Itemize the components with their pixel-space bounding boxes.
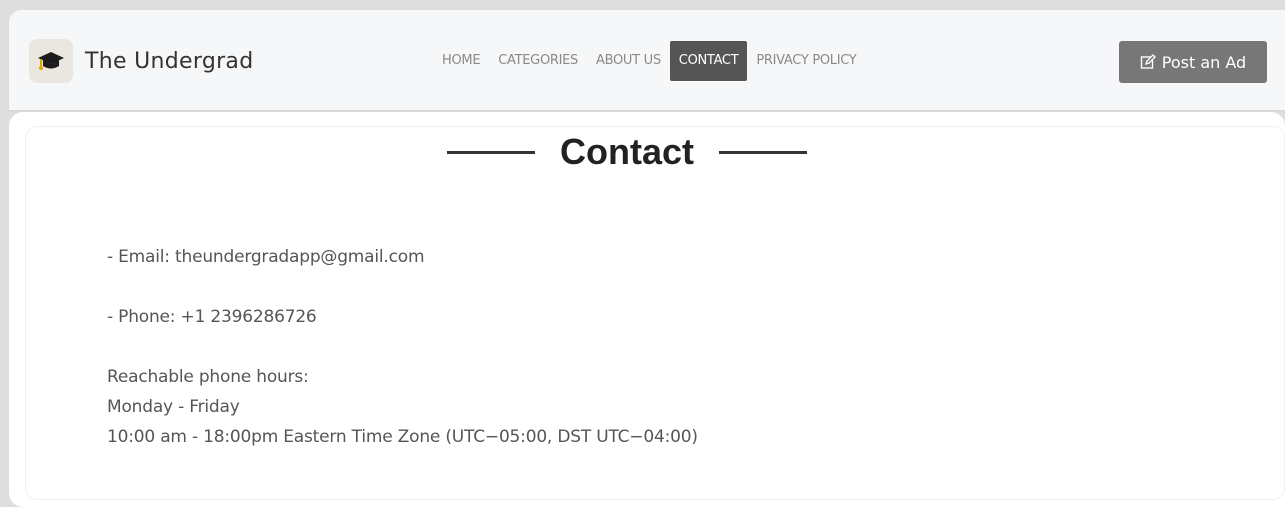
contact-details: - Email: theundergradapp@gmail.com - Pho… (107, 242, 698, 452)
nav-item-privacy-policy[interactable]: PRIVACY POLICY (747, 41, 865, 81)
contact-card: Contact - Email: theundergradapp@gmail.c… (9, 112, 1285, 507)
page-title: Contact (560, 131, 694, 172)
main-nav: HOME CATEGORIES ABOUT US CONTACT PRIVACY… (433, 41, 865, 81)
hours-title: Reachable phone hours: (107, 367, 309, 387)
brand-name: The Undergrad (85, 48, 254, 74)
heading-rule-left (447, 150, 535, 154)
nav-item-home[interactable]: HOME (433, 41, 489, 81)
graduation-cap-icon (29, 39, 73, 83)
nav-item-about-us[interactable]: ABOUT US (587, 41, 670, 81)
nav-item-contact[interactable]: CONTACT (669, 41, 748, 81)
post-an-ad-label: Post an Ad (1161, 52, 1247, 72)
heading-rule-right (719, 150, 807, 154)
nav-item-categories[interactable]: CATEGORIES (489, 41, 587, 81)
email-line: - Email: theundergradapp@gmail.com (107, 247, 425, 267)
top-navbar: The Undergrad HOME CATEGORIES ABOUT US C… (9, 10, 1285, 110)
phone-line: - Phone: +1 2396286726 (107, 307, 317, 327)
hours-time: 10:00 am - 18:00pm Eastern Time Zone (UT… (107, 427, 698, 447)
page-heading: Contact (0, 131, 1285, 172)
hours-days: Monday - Friday (107, 397, 240, 417)
post-an-ad-button[interactable]: Post an Ad (1119, 41, 1267, 83)
edit-icon (1140, 54, 1156, 70)
brand[interactable]: The Undergrad (29, 38, 253, 84)
